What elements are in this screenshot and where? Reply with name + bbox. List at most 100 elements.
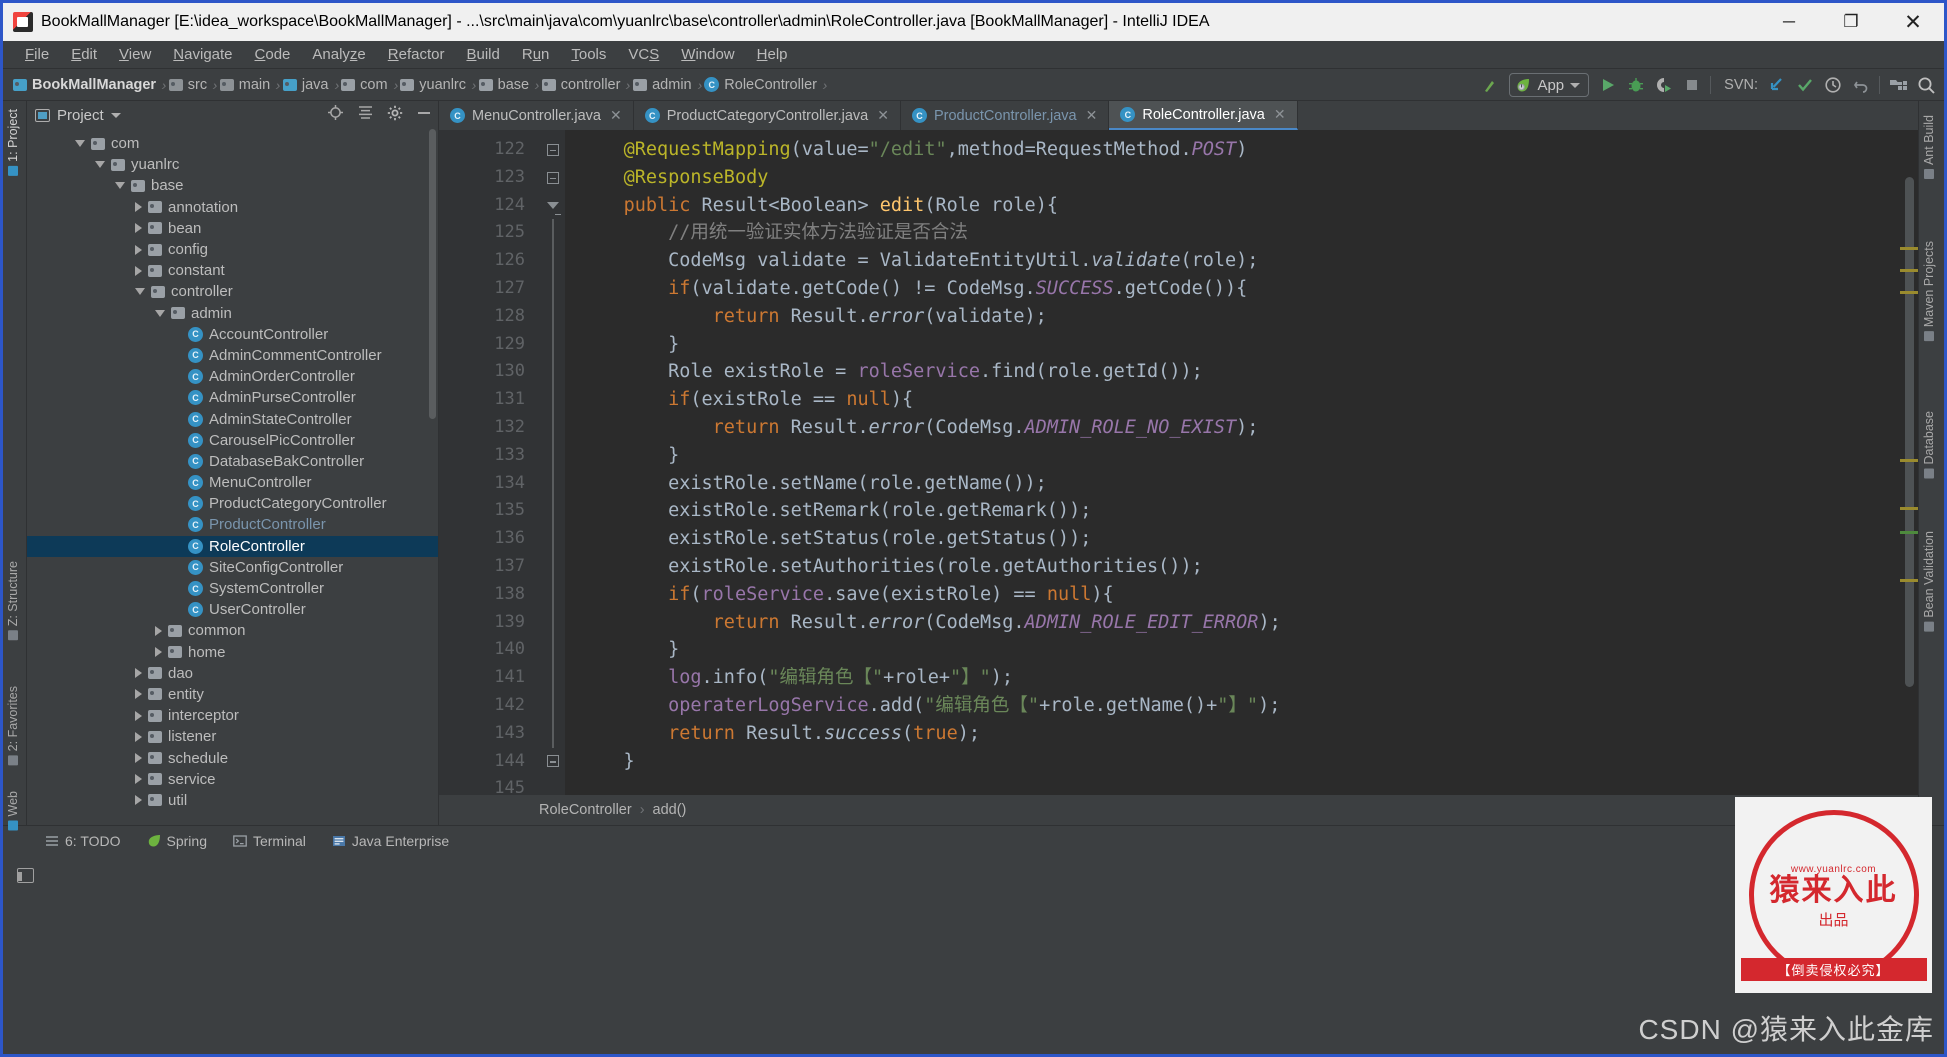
tree-node-base[interactable]: base [27, 175, 438, 196]
fold-marker[interactable] [541, 302, 565, 331]
code-folding-gutter[interactable] [541, 130, 565, 795]
tree-node-rolecontroller[interactable]: C RoleController [27, 535, 438, 557]
tree-node-bean[interactable]: bean [27, 218, 438, 239]
locate-icon[interactable] [327, 104, 344, 126]
breadcrumb-item-admin[interactable]: admin [633, 77, 696, 93]
breadcrumb-item-base[interactable]: base [478, 77, 533, 93]
run-configuration-selector[interactable]: App [1509, 73, 1590, 97]
fold-marker[interactable] [541, 469, 565, 498]
fold-marker[interactable] [541, 497, 565, 526]
tree-node-usercontroller[interactable]: C UserController [27, 599, 438, 620]
tool-window-database[interactable]: Database [1917, 411, 1941, 479]
history-icon[interactable] [1823, 76, 1842, 95]
menu-analyze[interactable]: Analyze [302, 44, 375, 65]
tree-node-systemcontroller[interactable]: C SystemController [27, 578, 438, 599]
tree-node-constant[interactable]: constant [27, 260, 438, 281]
project-structure-icon[interactable] [1889, 76, 1908, 95]
tree-node-common[interactable]: common [27, 620, 438, 641]
tree-node-adminstatecontroller[interactable]: C AdminStateController [27, 408, 438, 429]
expand-arrow-open-icon[interactable] [115, 182, 125, 190]
editor-tab-menucontroller[interactable]: C MenuController.java ✕ [439, 101, 634, 130]
fold-marker[interactable] [541, 441, 565, 470]
commit-icon[interactable] [1795, 76, 1814, 95]
fold-marker[interactable] [541, 413, 565, 442]
fold-marker[interactable] [541, 136, 565, 164]
tree-node-admincommentcontroller[interactable]: C AdminCommentController [27, 345, 438, 366]
expand-arrow-closed-icon[interactable] [135, 202, 142, 213]
tree-node-annotation[interactable]: annotation [27, 197, 438, 218]
breadcrumb-item-src[interactable]: src [168, 77, 211, 93]
status-bar-spring[interactable]: Spring [147, 833, 207, 849]
project-tree[interactable]: com yuanlrc base annotation bean config consta… [27, 129, 438, 825]
status-bar-6-todo[interactable]: 6: TODO [45, 833, 121, 849]
breadcrumb-item-com[interactable]: com [341, 77, 391, 93]
tree-node-carouselpiccontroller[interactable]: C CarouselPicController [27, 430, 438, 451]
gear-icon[interactable] [387, 105, 403, 126]
editor-warning-marker[interactable] [1900, 579, 1918, 582]
menu-help[interactable]: Help [747, 44, 798, 65]
editor-warning-marker[interactable] [1900, 507, 1918, 510]
menu-build[interactable]: Build [456, 44, 509, 65]
expand-arrow-open-icon[interactable] [135, 288, 145, 296]
fold-marker[interactable] [541, 386, 565, 414]
source-code[interactable]: @RequestMapping(value="/edit",method=Req… [565, 130, 1918, 795]
fold-marker[interactable] [541, 580, 565, 609]
tool-window-maven[interactable]: Maven Projects [1917, 241, 1941, 342]
fold-marker[interactable] [541, 608, 565, 637]
breadcrumb-item-java[interactable]: java [282, 77, 333, 93]
tree-node-menucontroller[interactable]: C MenuController [27, 472, 438, 493]
expand-arrow-closed-icon[interactable] [135, 244, 142, 255]
hide-icon[interactable] [416, 105, 432, 126]
fold-marker[interactable] [541, 192, 565, 220]
expand-arrow-closed-icon[interactable] [155, 625, 162, 636]
stop-icon[interactable] [1682, 76, 1701, 95]
minimize-button[interactable]: ─ [1758, 3, 1820, 41]
status-bar-java-enterprise[interactable]: Java Enterprise [332, 833, 449, 849]
breadcrumb-item-main[interactable]: main [219, 77, 274, 93]
collapse-all-icon[interactable] [357, 104, 374, 126]
close-tab-icon[interactable]: ✕ [877, 107, 889, 124]
tree-node-siteconfigcontroller[interactable]: C SiteConfigController [27, 557, 438, 578]
tree-node-productcategorycontroller[interactable]: C ProductCategoryController [27, 493, 438, 514]
editor-tab-productcategorycontroller[interactable]: C ProductCategoryController.java ✕ [634, 101, 901, 130]
rollback-icon[interactable] [1851, 76, 1870, 95]
tree-node-util[interactable]: util [27, 790, 438, 811]
tool-window-bean-validation[interactable]: Bean Validation [1917, 531, 1941, 632]
fold-marker[interactable] [541, 274, 565, 303]
tree-node-com[interactable]: com [27, 133, 438, 154]
fold-marker[interactable] [541, 525, 565, 553]
tool-window-ant-build[interactable]: Ant Build [1917, 115, 1941, 180]
tree-node-adminordercontroller[interactable]: C AdminOrderController [27, 366, 438, 387]
debug-icon[interactable] [1626, 76, 1645, 95]
fold-marker[interactable] [541, 664, 565, 692]
expand-arrow-closed-icon[interactable] [135, 774, 142, 785]
expand-arrow-closed-icon[interactable] [135, 668, 142, 679]
editor-change-marker[interactable] [1900, 531, 1918, 534]
menu-navigate[interactable]: Navigate [163, 44, 242, 65]
update-project-icon[interactable] [1767, 76, 1786, 95]
fold-marker[interactable] [541, 691, 565, 720]
run-coverage-icon[interactable] [1654, 76, 1673, 95]
maximize-button[interactable]: ❐ [1820, 3, 1882, 41]
expand-arrow-closed-icon[interactable] [135, 731, 142, 742]
breadcrumb-item-bookmallmanager[interactable]: BookMallManager [13, 77, 160, 93]
project-tree-scrollbar[interactable] [429, 129, 436, 419]
tree-node-config[interactable]: config [27, 239, 438, 260]
fold-marker[interactable] [541, 636, 565, 665]
tool-window-favorites[interactable]: 2: Favorites [1, 686, 25, 766]
breadcrumb-item-rolecontroller[interactable]: C RoleController [704, 77, 821, 93]
search-everywhere-icon[interactable] [1917, 76, 1936, 95]
breadcrumb-item-yuanlrc[interactable]: yuanlrc [400, 77, 470, 93]
tree-node-schedule[interactable]: schedule [27, 747, 438, 768]
editor-warning-marker[interactable] [1900, 459, 1918, 462]
expand-arrow-closed-icon[interactable] [135, 689, 142, 700]
build-icon[interactable] [1481, 76, 1500, 95]
menu-edit[interactable]: Edit [61, 44, 107, 65]
expand-arrow-open-icon[interactable] [155, 309, 165, 317]
close-button[interactable]: ✕ [1882, 3, 1944, 41]
tree-node-yuanlrc[interactable]: yuanlrc [27, 154, 438, 175]
menu-view[interactable]: View [109, 44, 161, 65]
code-editor[interactable]: 122 123 124 125 126 127 128 129 130 131 132 133 134 1… [439, 130, 1918, 795]
menu-code[interactable]: Code [245, 44, 301, 65]
tree-node-interceptor[interactable]: interceptor [27, 705, 438, 726]
